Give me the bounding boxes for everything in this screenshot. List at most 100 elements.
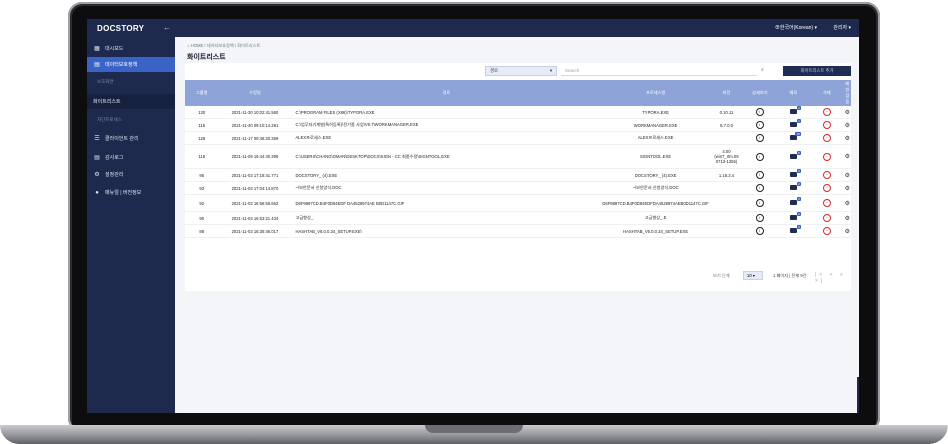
add-whitelist-button[interactable]: 화이트리스트 추가 <box>783 66 851 76</box>
memo-count-badge: 5 <box>797 150 801 155</box>
detail-info-icon[interactable]: i <box>755 227 764 235</box>
cell-group: 128 <box>185 131 219 145</box>
page-size-select[interactable]: 10 ▾ <box>743 271 763 280</box>
memo-icon[interactable]: 2 <box>789 169 801 177</box>
laptop-notch <box>425 425 523 433</box>
table-row[interactable]: 90 2021-11-03 16:53:21.434 고급향상_ 고급향상_.E i 2 −… <box>185 211 851 225</box>
detail-info-icon[interactable]: i <box>755 121 764 129</box>
sidebar-item-data-policy[interactable]: ▤ 데이터보호정책 <box>87 57 175 72</box>
search-icon[interactable]: ⌕ <box>761 67 764 73</box>
memo-count-badge: 2 <box>797 212 801 216</box>
detail-info-icon[interactable]: i <box>755 171 764 179</box>
cell-date: 2021-11-17 09:48:20.369 <box>218 131 292 145</box>
verify-gear-icon[interactable]: ⚙ <box>845 185 850 192</box>
search-input[interactable]: Search <box>561 66 757 76</box>
detail-info-icon[interactable]: i <box>755 152 764 161</box>
memo-icon[interactable]: 5 <box>789 150 801 159</box>
col-detail: 상세보기 <box>743 80 777 106</box>
delete-icon[interactable]: − <box>822 199 831 207</box>
main-content: ⌂ HOME / 데이터보호정책 / 화이트리스트 화이트리스트 경로 ▾ Se… <box>175 37 859 413</box>
table-row[interactable]: 93 2021-11-03 17:04:14.870 ~\보안문서 신청양식.DOC… <box>185 181 851 195</box>
memo-icon[interactable]: 2 <box>789 212 801 220</box>
memo-icon[interactable]: 2 <box>789 197 801 205</box>
sidebar-item-dashboard[interactable]: ▦ 대시보드 <box>87 41 175 56</box>
memo-icon[interactable]: 2 <box>789 225 801 233</box>
delete-icon[interactable]: − <box>822 121 831 129</box>
detail-info-icon[interactable]: i <box>755 184 764 192</box>
verify-gear-icon[interactable]: ⚙ <box>845 215 850 222</box>
detail-info-icon[interactable]: i <box>755 134 764 142</box>
settings-icon: ⚙ <box>94 172 100 178</box>
col-verify: 매칭 검증 <box>843 80 851 106</box>
cell-process: 고급향상_.E <box>601 211 710 225</box>
verify-gear-icon[interactable]: ⚙ <box>845 109 850 116</box>
sidebar: DOCSTORY ← ▦ 대시보드 ▤ 데이터보호정책 보호화면 화이트리스트 … <box>87 19 175 413</box>
app-screen: DOCSTORY ← ▦ 대시보드 ▤ 데이터보호정책 보호화면 화이트리스트 … <box>87 19 859 413</box>
table-row[interactable]: 130 2021-11-30 10:02:41.560 C:\PROGRAM FIL… <box>185 106 851 119</box>
cell-version: 0.10.11 <box>709 106 744 119</box>
cell-path: 고급향상_ <box>291 211 602 225</box>
memo-icon[interactable]: 2 <box>789 182 801 190</box>
cell-date: 2021-11-30 10:02:41.560 <box>218 106 292 119</box>
filter-select[interactable]: 경로 ▾ <box>485 66 557 76</box>
verify-gear-icon[interactable]: ⚙ <box>845 153 850 160</box>
verify-gear-icon[interactable]: ⚙ <box>845 122 850 129</box>
col-group: 그룹명 <box>185 80 219 106</box>
pagination-nav[interactable]: |< < > >| <box>815 272 851 284</box>
memo-icon[interactable]: 19 <box>789 132 801 140</box>
scrollbar[interactable] <box>857 377 859 413</box>
delete-icon[interactable]: − <box>822 184 831 192</box>
collapse-sidebar-icon[interactable]: ← <box>163 23 171 32</box>
delete-icon[interactable]: − <box>822 227 831 235</box>
cell-process: SIGNTOOL.EXE <box>601 144 710 169</box>
table-row[interactable]: 92 2021-11-03 16:58:56.662 D6F9897CD.B4F0D… <box>185 194 851 212</box>
app-logo: DOCSTORY <box>97 24 145 33</box>
sidebar-item-audit[interactable]: ▤ 감사로그 <box>87 150 175 165</box>
delete-icon[interactable]: − <box>822 108 831 116</box>
delete-icon[interactable]: − <box>822 214 831 222</box>
sidebar-item-label: 설정관리 <box>105 172 124 178</box>
delete-icon[interactable]: − <box>822 134 831 142</box>
verify-gear-icon[interactable]: ⚙ <box>845 200 850 207</box>
memo-icon[interactable]: 1 <box>789 119 801 127</box>
table-row[interactable]: 118 2021-11-09 15:44:40.399 C:\USERS\CHANG… <box>185 144 851 169</box>
cell-date: 2021-11-03 16:35:46.017 <box>218 224 292 238</box>
verify-gear-icon[interactable]: ⚙ <box>845 135 850 142</box>
sidebar-item-whitelist[interactable]: 화이트리스트 <box>87 94 175 109</box>
cell-date: 2021-11-03 17:18:41.771 <box>218 168 292 182</box>
col-version: 버전 <box>709 80 744 106</box>
cell-version <box>709 181 744 195</box>
table-row[interactable]: 95 2021-11-03 17:18:41.771 DOCSTORY_ (4).E… <box>185 168 851 182</box>
language-selector[interactable]: ⊕한국어(Korean) ▾ <box>775 24 817 31</box>
verify-gear-icon[interactable]: ⚙ <box>845 228 850 235</box>
delete-icon[interactable]: − <box>822 152 831 161</box>
sidebar-item-label: 대시보드 <box>105 46 124 52</box>
cell-path: C:\PROGRAM FILES (X86)\TYPORA.EXE <box>291 106 602 119</box>
info-icon: ● <box>95 189 99 196</box>
sidebar-item-client[interactable]: ☰ 클라이언트 관리 <box>87 131 175 146</box>
user-menu[interactable]: 관리자 ▾ <box>833 24 851 31</box>
table-row[interactable]: 128 2021-11-17 09:48:20.369 ALEX프로세스.EXE AL… <box>185 131 851 145</box>
memo-icon[interactable]: 2 <box>789 106 801 114</box>
detail-info-icon[interactable]: i <box>755 108 764 116</box>
cell-group: 88 <box>185 224 219 238</box>
add-whitelist-label: 화이트리스트 추가 <box>800 68 834 73</box>
whitelist-table: 그룹명 수정일 경로 프로세스명 버전 상세보기 메모 삭제 매칭 검증 130… <box>185 80 851 238</box>
col-process: 프로세스명 <box>601 80 710 106</box>
col-date: 수정일 <box>218 80 292 106</box>
sidebar-item-manual[interactable]: ● 매뉴얼 | 버전정보 <box>87 185 175 200</box>
memo-count-badge: 2 <box>797 182 801 186</box>
detail-info-icon[interactable]: i <box>755 199 764 207</box>
cell-version <box>709 194 744 212</box>
sidebar-item-label: 매뉴얼 | 버전정보 <box>105 190 142 196</box>
delete-icon[interactable]: − <box>822 171 831 179</box>
sidebar-item-settings[interactable]: ⚙ 설정관리 <box>87 167 175 182</box>
table-row[interactable]: 116 2021-11-30 09:10:14.281 C:\업무자기계발(특허등록… <box>185 118 851 132</box>
table-row[interactable]: 88 2021-11-03 16:35:46.017 HASHTAB_V6.0.0.… <box>185 224 851 238</box>
verify-gear-icon[interactable]: ⚙ <box>845 172 850 179</box>
detail-info-icon[interactable]: i <box>755 214 764 222</box>
chevron-down-icon: ▾ <box>549 68 552 73</box>
cell-group: 93 <box>185 181 219 195</box>
cell-path: HASHTAB_V6.0.0.34_SETUP.EXE\ <box>291 224 602 238</box>
cell-process: D6F9897CD.B4F0D84EDFDA4528974AEB0D1147C.… <box>601 194 710 212</box>
